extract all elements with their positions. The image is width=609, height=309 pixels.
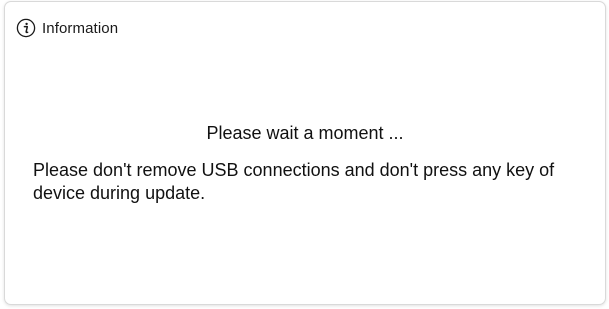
warning-message: Please don't remove USB connections and … — [33, 160, 555, 203]
dialog-title: Information — [42, 19, 119, 37]
title-bar: Information — [16, 17, 118, 39]
info-icon — [16, 18, 36, 38]
info-dialog: Information Please wait a moment ... Ple… — [4, 1, 606, 305]
wait-message: Please wait a moment ... — [206, 123, 404, 143]
